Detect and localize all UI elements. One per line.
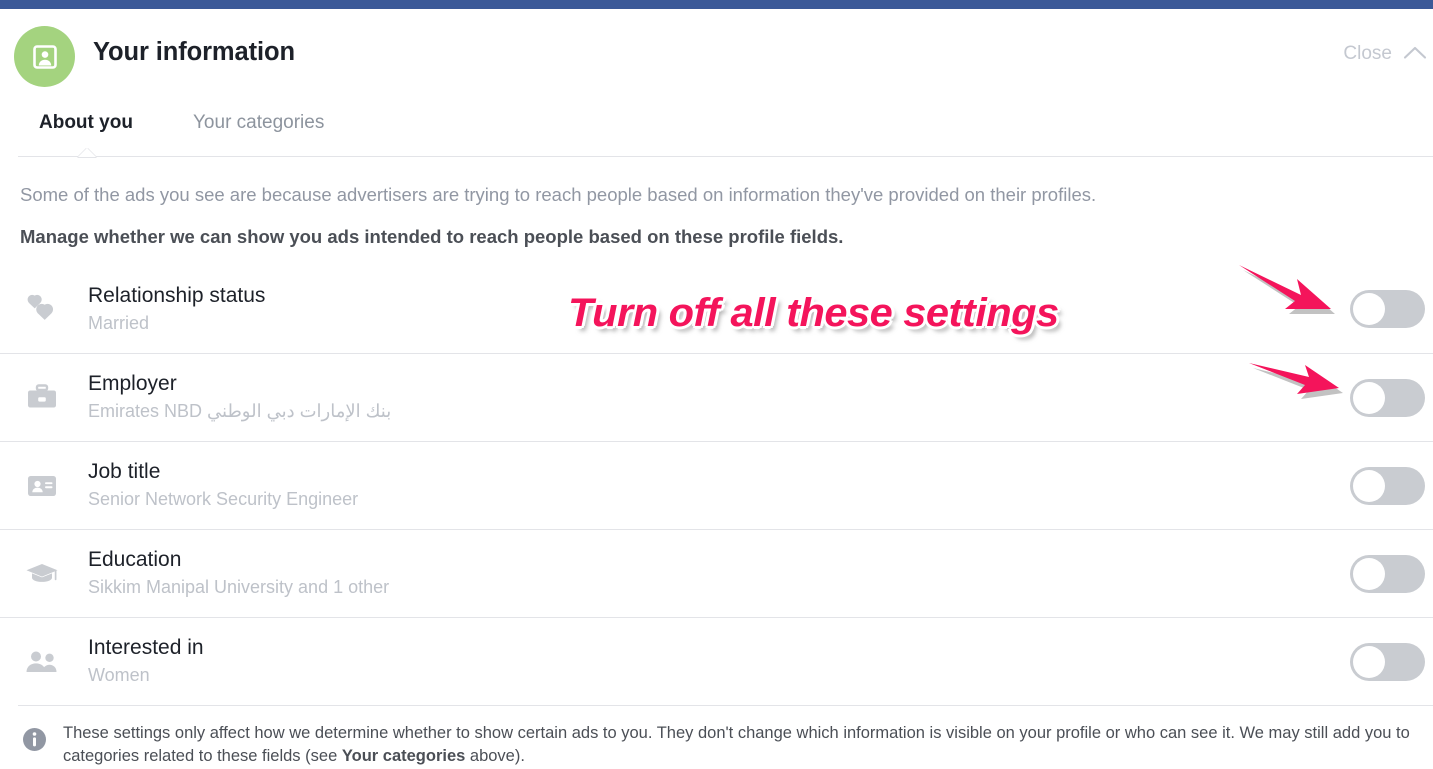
briefcase-icon bbox=[22, 376, 62, 420]
settings-row-label: Employer bbox=[88, 372, 177, 395]
settings-row-value: Senior Network Security Engineer bbox=[88, 489, 359, 509]
id-card-icon bbox=[22, 464, 62, 508]
footer-text-part1: These settings only affect how we determ… bbox=[63, 724, 1410, 765]
settings-row-education: Education Sikkim Manipal University and … bbox=[0, 529, 1433, 617]
settings-row-label: Interested in bbox=[88, 636, 204, 659]
toggle-interested-in[interactable] bbox=[1350, 642, 1425, 681]
toggle-education[interactable] bbox=[1350, 554, 1425, 593]
toggle-job-title[interactable] bbox=[1350, 466, 1425, 505]
info-icon bbox=[22, 727, 47, 768]
toggle-employer[interactable] bbox=[1350, 378, 1425, 417]
facebook-blue-bar bbox=[0, 0, 1433, 9]
settings-row-relationship-status: Relationship status Married bbox=[0, 265, 1433, 353]
close-label: Close bbox=[1343, 43, 1392, 64]
settings-row-label: Job title bbox=[88, 460, 161, 483]
footer-text: These settings only affect how we determ… bbox=[63, 722, 1425, 768]
settings-row-text: Job title Senior Network Security Engine… bbox=[88, 459, 358, 512]
settings-row-value: بنك الإمارات دبي الوطني Emirates NBD bbox=[88, 401, 392, 421]
tabs-divider bbox=[18, 156, 1433, 157]
hearts-icon bbox=[22, 287, 62, 331]
profile-card-icon bbox=[14, 26, 75, 87]
tab-about-you[interactable]: About you bbox=[39, 112, 133, 134]
settings-row-text: Interested in Women bbox=[88, 635, 204, 688]
your-information-panel: Your information Close About you Your ca… bbox=[0, 0, 1433, 769]
footer-link-your-categories[interactable]: Your categories bbox=[342, 747, 465, 765]
settings-row-text: Education Sikkim Manipal University and … bbox=[88, 547, 389, 600]
settings-row-text: Relationship status Married bbox=[88, 283, 265, 336]
settings-row-value: Women bbox=[88, 665, 150, 685]
settings-list: Relationship status Married Employer بنك… bbox=[0, 265, 1433, 705]
settings-row-label: Relationship status bbox=[88, 283, 266, 307]
manage-heading: Manage whether we can show you ads inten… bbox=[20, 226, 844, 247]
settings-row-value: Married bbox=[88, 312, 150, 333]
people-icon bbox=[22, 640, 62, 684]
active-tab-caret bbox=[78, 148, 96, 157]
settings-row-employer: Employer بنك الإمارات دبي الوطني Emirate… bbox=[0, 353, 1433, 441]
tab-your-categories[interactable]: Your categories bbox=[193, 112, 324, 134]
settings-row-interested-in: Interested in Women bbox=[0, 617, 1433, 705]
chevron-up-icon bbox=[1403, 45, 1427, 65]
toggle-relationship-status[interactable] bbox=[1350, 290, 1425, 328]
settings-row-label: Education bbox=[88, 548, 182, 571]
footer-note: These settings only affect how we determ… bbox=[0, 722, 1433, 768]
footer-divider bbox=[18, 705, 1433, 706]
intro-paragraph: Some of the ads you see are because adve… bbox=[20, 184, 1097, 205]
settings-row-value: Sikkim Manipal University and 1 other bbox=[88, 577, 390, 597]
settings-row-text: Employer بنك الإمارات دبي الوطني Emirate… bbox=[88, 371, 391, 424]
panel-header: Your information Close bbox=[0, 9, 1433, 104]
page-title: Your information bbox=[93, 38, 295, 66]
close-button[interactable]: Close bbox=[1343, 43, 1427, 65]
settings-row-job-title: Job title Senior Network Security Engine… bbox=[0, 441, 1433, 529]
tab-bar: About you Your categories bbox=[0, 108, 1433, 156]
graduation-cap-icon bbox=[22, 552, 62, 596]
footer-text-part2: above). bbox=[465, 747, 525, 765]
